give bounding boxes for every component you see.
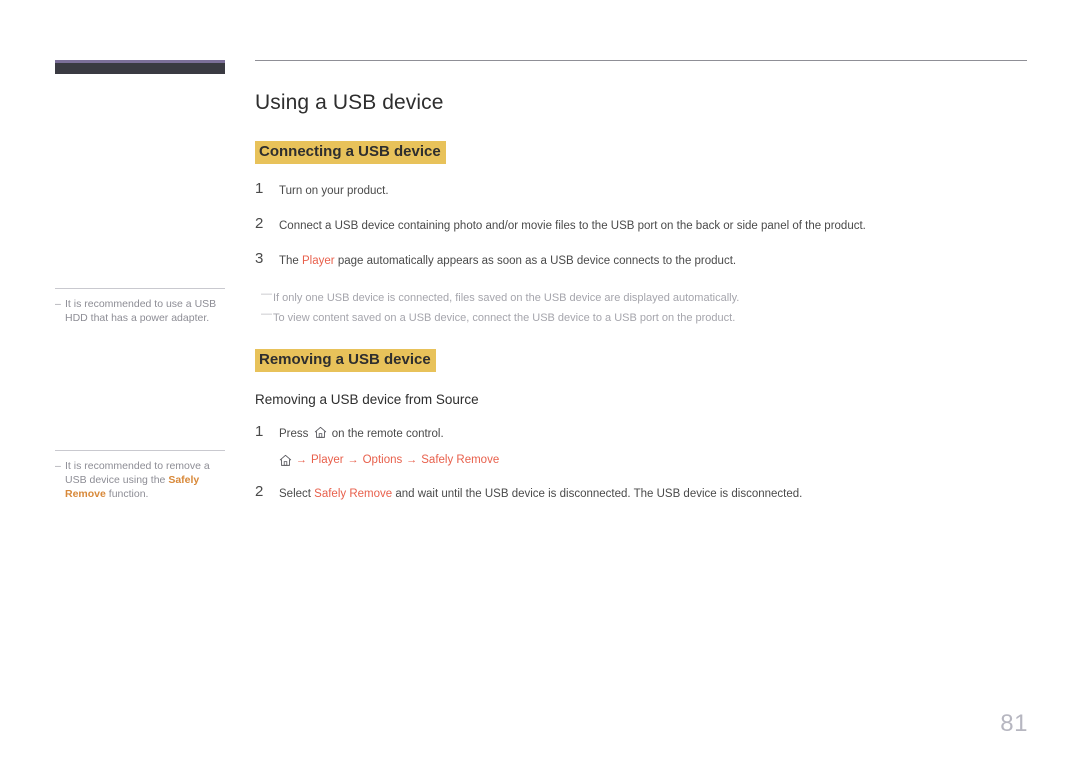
sidebar-note-divider <box>55 288 225 289</box>
page-number: 81 <box>1000 710 1028 737</box>
page-title: Using a USB device <box>255 91 444 114</box>
steps-list: 1 Press on the remote control. <box>255 422 1027 442</box>
section-connecting-usb-device: Connecting a USB device 1 Turn on your p… <box>255 141 1027 325</box>
home-icon <box>314 426 327 439</box>
step-number: 3 <box>255 249 264 267</box>
section-heading-band: Connecting a USB device <box>255 141 446 164</box>
step-accent-term: Player <box>302 254 335 267</box>
header-rule <box>255 60 1027 61</box>
menu-path: → Player → Options → Safely Remove <box>279 454 1027 467</box>
sidebar-note-dash: – <box>55 298 61 310</box>
note-dash: — <box>261 287 272 300</box>
step-text: Connect a USB device containing photo an… <box>279 216 1027 234</box>
step-number: 2 <box>255 214 264 232</box>
sidebar-note-2: – It is recommended to remove a USB devi… <box>55 450 227 501</box>
steps-list: 2 Select Safely Remove and wait until th… <box>255 482 1027 502</box>
step-item: 3 The Player page automatically appears … <box>255 249 1027 269</box>
note-text: If only one USB device is connected, fil… <box>273 291 740 304</box>
step-text-before: Turn on your product. <box>279 184 389 197</box>
path-arrow-icon: → <box>406 454 418 466</box>
path-arrow-icon: → <box>296 454 307 466</box>
sidebar-note-1: – It is recommended to use a USB HDD tha… <box>55 288 227 325</box>
section-heading-band: Removing a USB device <box>255 348 436 372</box>
step-item: 1 Press on the remote control. <box>255 422 1027 442</box>
manual-page: – It is recommended to use a USB HDD tha… <box>0 0 1080 763</box>
sidebar-note-text: It is recommended to use a USB HDD that … <box>65 298 217 324</box>
sidebar-note-text: It is recommended to remove a USB device… <box>65 459 227 501</box>
main-content: Using a USB device Connecting a USB devi… <box>255 60 1027 502</box>
sidebar-note-row: – It is recommended to remove a USB devi… <box>55 459 227 501</box>
sidebar-note-text-after: function. <box>105 488 149 500</box>
section-notes: — If only one USB device is connected, f… <box>261 288 1027 325</box>
note-dash: — <box>261 307 272 320</box>
sidebar-note-divider <box>55 450 225 451</box>
step-item: 2 Connect a USB device containing photo … <box>255 214 1027 234</box>
step-text: Press on the remote control. <box>279 424 1027 442</box>
step-number: 2 <box>255 482 264 500</box>
path-segment-player: Player <box>311 454 344 466</box>
path-segment-safely-remove: Safely Remove <box>421 454 500 466</box>
step-text-before: Connect a USB device containing photo an… <box>279 219 866 232</box>
step-number: 1 <box>255 179 264 197</box>
step-text: Select Safely Remove and wait until the … <box>279 484 1027 502</box>
step-text: The Player page automatically appears as… <box>279 251 1027 269</box>
sidebar-note-row: – It is recommended to use a USB HDD tha… <box>55 297 227 325</box>
note-text: To view content saved on a USB device, c… <box>273 311 736 324</box>
step-text-before: Press <box>279 427 312 440</box>
step-item: 1 Turn on your product. <box>255 179 1027 199</box>
chapter-indicator <box>55 60 225 74</box>
step-text-before: Select <box>279 487 315 500</box>
sidebar-note-dash: – <box>55 460 61 472</box>
step-text-after: on the remote control. <box>328 427 444 440</box>
note-item: — To view content saved on a USB device,… <box>261 308 1027 325</box>
step-text-after: page automatically appears as soon as a … <box>334 254 737 267</box>
step-text-before: The <box>279 254 303 267</box>
sub-heading: Removing a USB device from Source <box>255 391 479 407</box>
path-arrow-icon: → <box>347 454 359 466</box>
step-text-after: and wait until the USB device is disconn… <box>392 487 803 500</box>
chapter-bar <box>55 60 225 74</box>
step-text: Turn on your product. <box>279 181 1027 199</box>
home-icon <box>279 454 292 467</box>
steps-list: 1 Turn on your product. 2 Connect a USB … <box>255 179 1027 269</box>
path-segment-options: Options <box>362 454 403 466</box>
step-number: 1 <box>255 422 264 440</box>
step-accent-term: Safely Remove <box>314 487 393 500</box>
section-removing-usb-device: Removing a USB device Removing a USB dev… <box>255 348 1027 502</box>
step-item: 2 Select Safely Remove and wait until th… <box>255 482 1027 502</box>
note-item: — If only one USB device is connected, f… <box>261 288 1027 305</box>
